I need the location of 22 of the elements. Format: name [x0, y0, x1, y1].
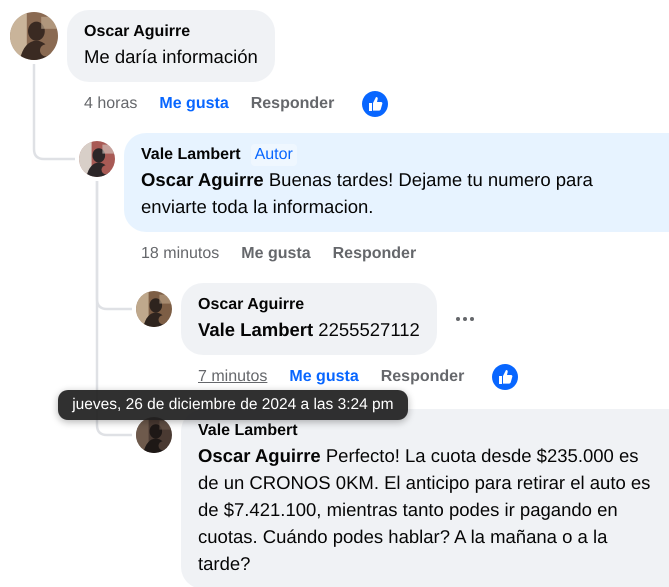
reply-link[interactable]: Responder: [332, 242, 416, 266]
thumbs-up-icon[interactable]: [492, 364, 518, 390]
comment-text: Vale Lambert 2255527112: [198, 318, 420, 342]
author-name[interactable]: Oscar Aguirre: [84, 21, 190, 43]
more-options-icon[interactable]: [454, 316, 475, 322]
author-name[interactable]: Oscar Aguirre: [198, 294, 304, 316]
like-link[interactable]: Me gusta: [241, 242, 311, 266]
reply-link[interactable]: Responder: [250, 92, 334, 116]
like-link[interactable]: Me gusta: [159, 92, 229, 116]
comment-text: Me daría información: [84, 45, 258, 69]
thumbs-up-icon[interactable]: [362, 91, 388, 117]
author-name[interactable]: Vale Lambert: [198, 420, 298, 442]
timestamp-link[interactable]: 18 minutos: [141, 242, 220, 266]
like-link[interactable]: Me gusta: [289, 365, 359, 389]
author-badge: Autor: [250, 144, 297, 166]
tooltip: jueves, 26 de diciembre de 2024 a las 3:24 pm: [58, 390, 408, 420]
comment-text: Oscar Aguirre Perfecto! La cuota desde $235.000 es de un CRONOS 0KM. El anticipo para retirar el auto es de $7.421.100, mientras tanto podes ir pagando en cuotas. Cuándo podes hablar? A la mañana o a la tarde?: [198, 444, 652, 576]
reply-link[interactable]: Responder: [380, 365, 464, 389]
timestamp-link[interactable]: 4 horas: [84, 92, 138, 116]
comment-text: Oscar Aguirre Buenas tardes! Dejame tu numero para enviarte toda la informacion.: [141, 168, 594, 219]
author-name[interactable]: Vale Lambert: [141, 144, 241, 166]
timestamp-link[interactable]: 7 minutos: [198, 365, 268, 389]
